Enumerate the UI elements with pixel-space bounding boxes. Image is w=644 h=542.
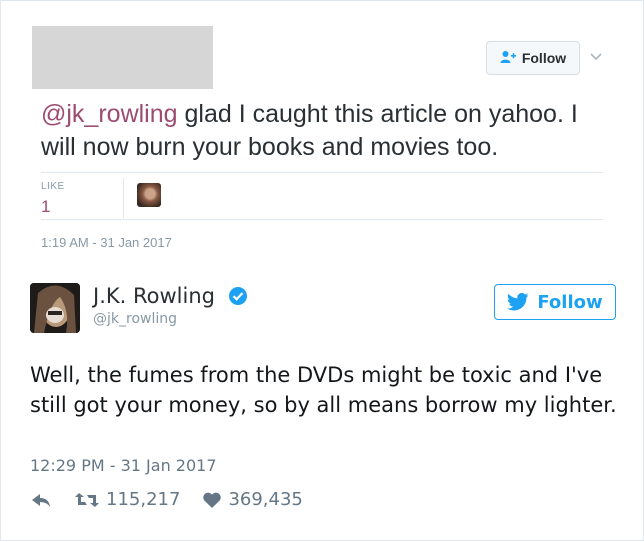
reply-action[interactable]	[30, 491, 52, 509]
divider	[41, 219, 603, 220]
like-stat[interactable]: LIKE 1	[41, 181, 65, 217]
follow-button[interactable]: Follow	[494, 284, 616, 320]
divider	[41, 172, 603, 173]
display-name[interactable]: J.K. Rowling	[93, 284, 215, 308]
tweet-text: Well, the fumes from the DVDs might be t…	[30, 363, 617, 417]
timestamp[interactable]: 12:29 PM - 31 Jan 2017	[30, 456, 217, 475]
reply-tweet-card: Follow @jk_rowling glad I caught this ar…	[0, 0, 644, 259]
follow-label: Follow	[537, 291, 603, 313]
like-action[interactable]: 369,435	[202, 489, 303, 510]
like-label: LIKE	[41, 181, 65, 192]
tweet-actions: 115,217 369,435	[30, 489, 303, 510]
divider	[123, 178, 124, 218]
main-tweet-card: J.K. Rowling @jk_rowling Follow Well, th…	[0, 257, 644, 541]
mention-link[interactable]: @jk_rowling	[41, 100, 178, 128]
twitter-bird-icon	[507, 293, 529, 311]
heart-icon	[203, 492, 222, 508]
follow-button-secondary[interactable]: Follow	[486, 41, 580, 75]
user-handle[interactable]: @jk_rowling	[93, 311, 177, 327]
liker-avatar[interactable]	[137, 183, 161, 207]
like-count: 1	[41, 197, 51, 216]
avatar[interactable]	[30, 283, 80, 333]
add-user-icon	[500, 50, 516, 67]
verified-badge-icon	[229, 287, 247, 305]
chevron-down-icon[interactable]	[589, 52, 603, 62]
timestamp[interactable]: 1:19 AM - 31 Jan 2017	[41, 235, 172, 250]
reply-tweet-text: @jk_rowling glad I caught this article o…	[41, 98, 611, 164]
retweet-action[interactable]: 115,217	[74, 489, 180, 510]
retweet-count: 115,217	[106, 489, 181, 510]
redacted-user-block	[32, 26, 213, 89]
reply-icon	[32, 493, 50, 507]
follow-label: Follow	[521, 50, 567, 66]
retweet-icon	[75, 492, 99, 507]
like-count: 369,435	[228, 489, 303, 510]
